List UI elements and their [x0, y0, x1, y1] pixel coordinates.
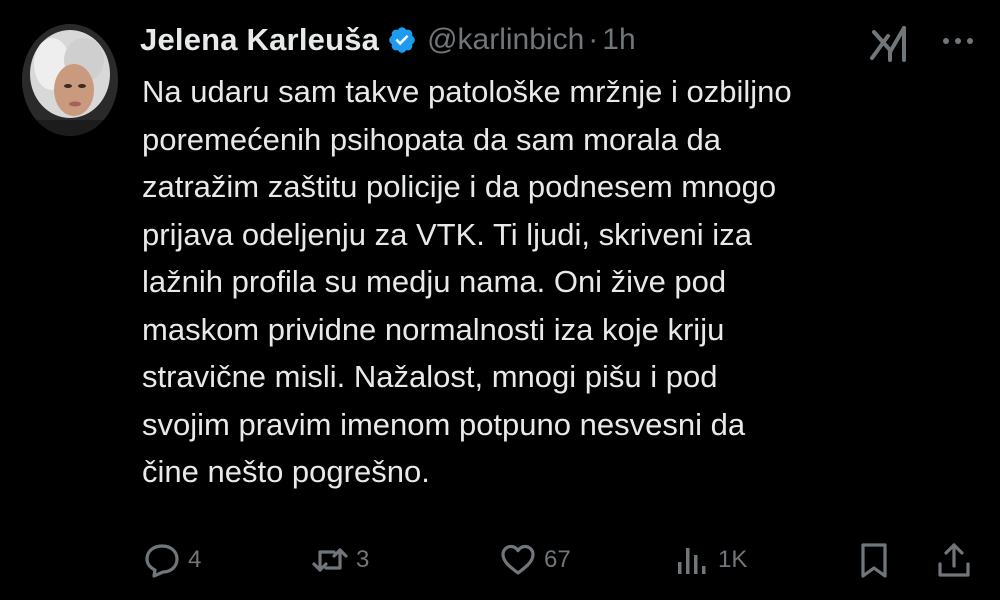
bookmark-icon	[854, 540, 894, 580]
views-button[interactable]: 1K	[672, 534, 747, 586]
tweet-actions-bar: 4 3 67 1K	[142, 534, 982, 586]
reply-count: 4	[188, 546, 202, 573]
avatar-image	[22, 24, 118, 136]
like-button[interactable]: 67	[498, 534, 571, 586]
share-button[interactable]	[934, 534, 974, 586]
repost-button[interactable]: 3	[310, 534, 369, 586]
repost-icon	[310, 540, 350, 580]
tweet-text: Na udaru sam takve patološke mržnje i oz…	[142, 74, 792, 489]
more-options-icon[interactable]	[935, 24, 981, 58]
tweet-header: Jelena Karleuša @karlinbich · 1h	[140, 18, 636, 62]
like-count: 67	[544, 546, 571, 573]
bookmark-button[interactable]	[854, 534, 894, 586]
views-icon	[672, 540, 712, 580]
reply-button[interactable]: 4	[142, 534, 201, 586]
reply-icon	[142, 540, 182, 580]
user-handle[interactable]: @karlinbich	[427, 23, 584, 57]
share-icon	[934, 540, 974, 580]
tweet-card: Jelena Karleuša @karlinbich · 1h Na udar…	[0, 0, 1000, 600]
verified-badge-icon	[387, 25, 417, 55]
heart-icon	[498, 540, 538, 580]
grok-icon[interactable]	[866, 22, 914, 66]
separator-dot: ·	[588, 23, 599, 56]
display-name[interactable]: Jelena Karleuša	[140, 22, 379, 58]
views-count: 1K	[718, 546, 748, 573]
avatar[interactable]	[22, 24, 118, 136]
tweet-timestamp[interactable]: 1h	[602, 23, 635, 57]
repost-count: 3	[356, 546, 370, 573]
